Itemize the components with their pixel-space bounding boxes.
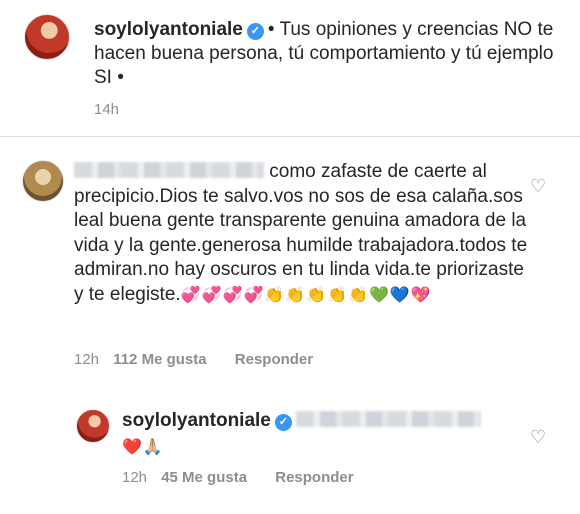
caption-block: soylolyantoniale ✓ • Tus opiniones y creen…	[94, 18, 564, 90]
caption-timestamp[interactable]: 14h	[94, 101, 119, 118]
reply-emojis: ❤️🙏🏼	[122, 439, 164, 456]
comment-emojis: 💞💞💞💞👏👏👏👏👏💚💙💖	[180, 286, 432, 304]
reply-reply-button[interactable]: Responder	[275, 469, 353, 486]
comment-likes[interactable]: 112 Me gusta	[113, 351, 206, 368]
heart-outline-icon[interactable]: ♡	[530, 428, 548, 446]
caption-avatar[interactable]	[24, 14, 70, 60]
caption-username[interactable]: soylolyantoniale	[94, 19, 243, 40]
redacted-username	[74, 162, 264, 178]
comment-text: como zafaste de caerte al precipicio.Dio…	[74, 161, 528, 305]
reply-avatar[interactable]	[76, 409, 110, 443]
reply-timestamp[interactable]: 12h	[122, 469, 147, 486]
reply-username[interactable]: soylolyantoniale	[122, 410, 271, 431]
comment-avatar[interactable]	[22, 160, 64, 202]
heart-outline-icon[interactable]: ♡	[530, 177, 548, 195]
reply-block: soylolyantoniale ✓ ❤️🙏🏼	[122, 408, 522, 460]
comment-block: como zafaste de caerte al precipicio.Dio…	[74, 160, 530, 308]
divider	[0, 136, 580, 137]
comment-reply-button[interactable]: Responder	[235, 351, 313, 368]
comment-timestamp[interactable]: 12h	[74, 351, 99, 368]
verified-badge-icon: ✓	[274, 414, 292, 431]
verified-badge-icon: ✓	[246, 23, 264, 40]
comment-meta: 12h 112 Me gusta Responder	[74, 351, 313, 368]
reply-likes[interactable]: 45 Me gusta	[161, 469, 247, 486]
redacted-mention	[295, 411, 481, 427]
reply-meta: 12h 45 Me gusta Responder	[122, 469, 354, 486]
